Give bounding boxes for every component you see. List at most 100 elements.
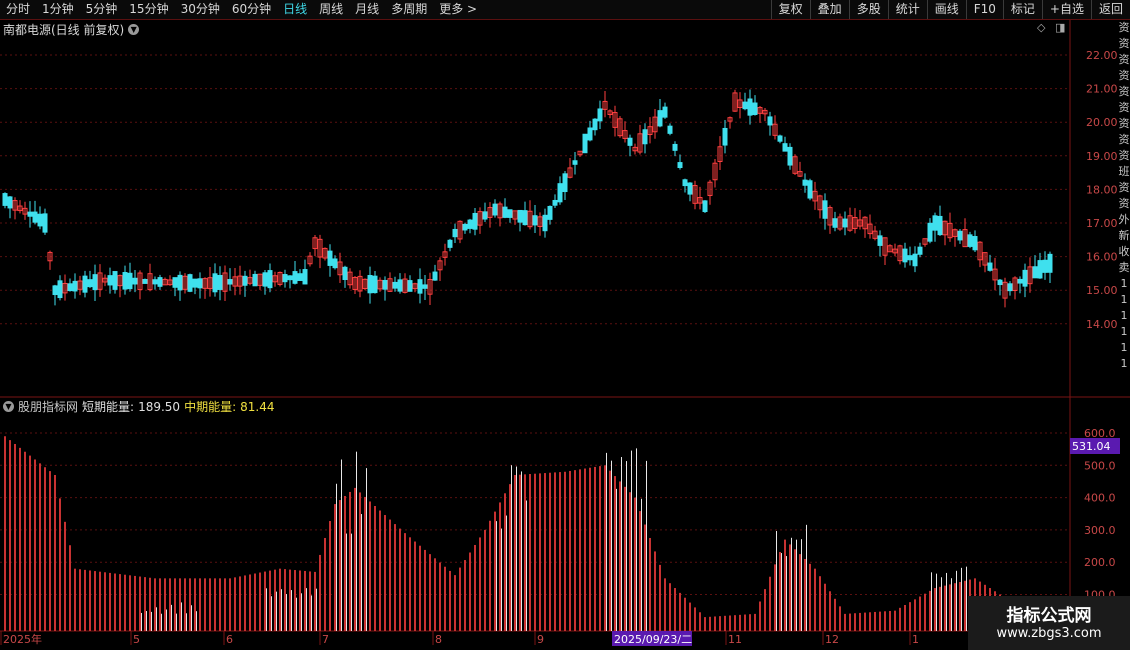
short-energy-bar [796,539,797,631]
energy-bar [539,473,541,631]
candle-body [467,219,473,229]
energy-bar [644,524,646,631]
energy-bar [909,602,911,631]
short-energy-bar [616,488,617,631]
energy-bar [104,572,106,631]
diamond-icon[interactable]: ◇ [1037,21,1045,34]
energy-bar [619,481,621,631]
energy-bar [64,521,66,631]
energy-bar [329,521,331,631]
candle-body [627,137,633,146]
right-col-char: 资 [1118,53,1130,66]
candle-body [777,135,783,142]
short-energy-bar [526,500,527,631]
energy-bar [729,615,731,631]
short-energy-bar [311,595,312,631]
energy-bar [194,578,196,631]
short-energy-bar [781,553,782,631]
short-energy-bar [516,466,517,631]
short-energy-bar [291,590,292,631]
candle-body [367,274,373,294]
energy-bar [9,440,11,631]
short-energy-label: 短期能量: [82,400,135,414]
energy-bar [294,570,296,631]
energy-bar [574,470,576,631]
energy-bar [884,611,886,631]
short-energy-bar [356,451,357,631]
energy-bar [174,578,176,631]
energy-bar [139,576,141,631]
chevron-down-icon[interactable]: ▼ [3,401,14,412]
energy-bar [484,529,486,631]
energy-bar [424,549,426,631]
energy-highlight-label: 531.04 [1072,440,1111,453]
energy-bar [509,484,511,631]
kline-chart[interactable]: 22.00 21.00 20.00 19.00 18.00 17.00 16.00 15.00… [0,0,1130,650]
energy-bar [444,566,446,631]
energy-bar [919,596,921,631]
energy-bar [84,569,86,631]
right-col-char: 收 [1118,245,1130,258]
energy-bar [624,486,626,631]
energy-bar [599,466,601,631]
energy-bar [314,571,316,631]
short-energy-bar [791,537,792,631]
window-toggle-icon[interactable]: ◨ [1055,21,1065,34]
candle-body [217,274,223,290]
right-col-char: 资 [1118,117,1130,130]
energy-bar [179,578,181,631]
short-energy-bar [646,460,647,631]
short-energy-bar [146,611,147,631]
candle-body [597,108,603,122]
right-col-char: 资 [1118,101,1130,114]
energy-bar [349,491,351,631]
candle-body [767,116,773,126]
energy-bar [799,554,801,631]
date-label: 6 [226,633,233,646]
energy-bar [809,563,811,631]
candle-body [987,262,993,271]
date-label: 12 [825,633,839,646]
energy-bar [849,613,851,631]
energy-bar [794,549,796,631]
energy-bar [109,572,111,631]
candle-body [1032,266,1038,279]
energy-bar [289,569,291,631]
energy-bar [339,500,341,631]
energy-bar [24,451,26,631]
energy-bar [419,545,421,631]
site-watermark: 指标公式网 www.zbgs3.com [968,596,1130,650]
energy-bar [544,473,546,631]
price-tick: 21.00 [1086,83,1118,96]
energy-bar [874,611,876,631]
energy-bar [354,487,356,631]
energy-bar [749,614,751,631]
chevron-down-icon[interactable]: ▼ [128,24,140,35]
right-col-char: 资 [1118,21,1130,34]
short-energy-bar [786,556,787,631]
candle-body [177,274,183,291]
candle-body [902,248,908,263]
price-tick: 15.00 [1086,284,1118,297]
candle-body [297,273,303,281]
candle-body [52,285,58,296]
candle-body [532,215,538,226]
candle-body [227,279,233,285]
energy-bar [69,545,71,631]
price-tick: 14.00 [1086,318,1118,331]
energy-bar [504,493,506,631]
energy-bar [334,504,336,631]
candle-body [157,277,163,287]
short-energy-bar [181,602,182,631]
energy-bar [554,472,556,631]
energy-bar [744,614,746,631]
candle-body [142,279,148,284]
energy-bar [204,578,206,631]
energy-bar [319,554,321,631]
candle-body [492,203,498,216]
short-energy-bar [951,578,952,631]
energy-bar [49,471,51,631]
candle-body [42,213,48,233]
candle-body [932,215,938,231]
date-label: 9 [537,633,544,646]
